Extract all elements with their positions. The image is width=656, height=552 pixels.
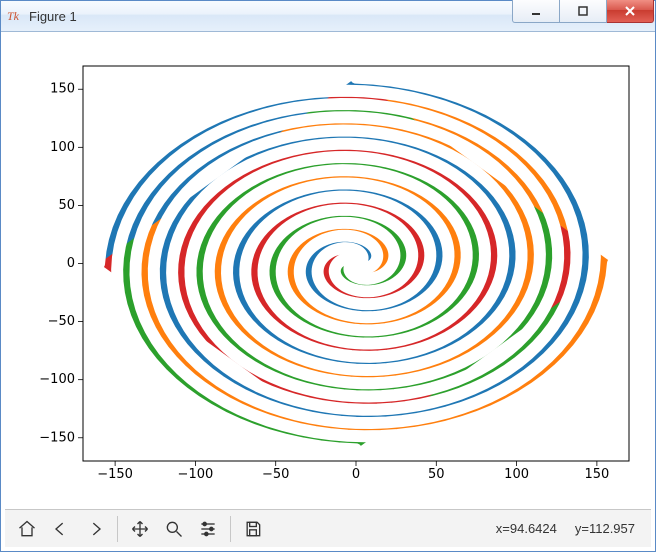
- svg-text:100: 100: [50, 140, 75, 155]
- window-title: Figure 1: [29, 9, 512, 24]
- close-button[interactable]: [607, 0, 654, 23]
- window-buttons: [512, 1, 655, 31]
- back-button[interactable]: [45, 513, 77, 545]
- svg-text:50: 50: [58, 198, 75, 213]
- save-icon: [243, 519, 263, 539]
- configure-button[interactable]: [192, 513, 224, 545]
- status-x: x=94.6424: [496, 521, 557, 536]
- nav-toolbar: x=94.6424 y=112.957: [5, 509, 651, 547]
- maximize-button[interactable]: [560, 0, 607, 23]
- svg-text:−100: −100: [39, 372, 75, 387]
- pan-button[interactable]: [124, 513, 156, 545]
- maximize-icon: [576, 4, 590, 18]
- svg-text:100: 100: [504, 467, 529, 482]
- separator: [230, 516, 231, 542]
- svg-text:−150: −150: [39, 430, 75, 445]
- status-y: y=112.957: [575, 521, 635, 536]
- zoom-icon: [164, 519, 184, 539]
- svg-text:150: 150: [50, 82, 75, 97]
- svg-text:0: 0: [352, 467, 360, 482]
- minimize-button[interactable]: [512, 0, 560, 23]
- forward-button[interactable]: [79, 513, 111, 545]
- titlebar[interactable]: Tk Figure 1: [1, 1, 655, 32]
- zoom-button[interactable]: [158, 513, 190, 545]
- svg-text:50: 50: [428, 467, 445, 482]
- svg-text:150: 150: [584, 467, 609, 482]
- home-button[interactable]: [11, 513, 43, 545]
- arrow-left-icon: [51, 519, 71, 539]
- move-icon: [130, 519, 150, 539]
- separator: [117, 516, 118, 542]
- app-window: Tk Figure 1 −150 −100 −50 0 50 100 150 −150 −100…: [0, 0, 656, 552]
- plot-svg: −150 −100 −50 0 50 100 150 −150 −100 −50 0 50 100 150: [5, 36, 651, 509]
- svg-text:−50: −50: [262, 467, 289, 482]
- save-button[interactable]: [237, 513, 269, 545]
- tk-icon: Tk: [7, 8, 23, 24]
- arrow-right-icon: [85, 519, 105, 539]
- close-icon: [623, 4, 637, 18]
- minimize-icon: [529, 4, 543, 18]
- coord-status: x=94.6424 y=112.957: [496, 521, 645, 536]
- figure-canvas[interactable]: −150 −100 −50 0 50 100 150 −150 −100 −50 0 50 100 150: [5, 36, 651, 509]
- svg-text:−100: −100: [178, 467, 214, 482]
- svg-text:0: 0: [67, 256, 75, 271]
- home-icon: [17, 519, 37, 539]
- svg-text:−150: −150: [97, 467, 133, 482]
- client-area: −150 −100 −50 0 50 100 150 −150 −100 −50 0 50 100 150: [1, 32, 655, 551]
- svg-text:Tk: Tk: [7, 9, 20, 23]
- sliders-icon: [198, 519, 218, 539]
- svg-text:−50: −50: [48, 314, 75, 329]
